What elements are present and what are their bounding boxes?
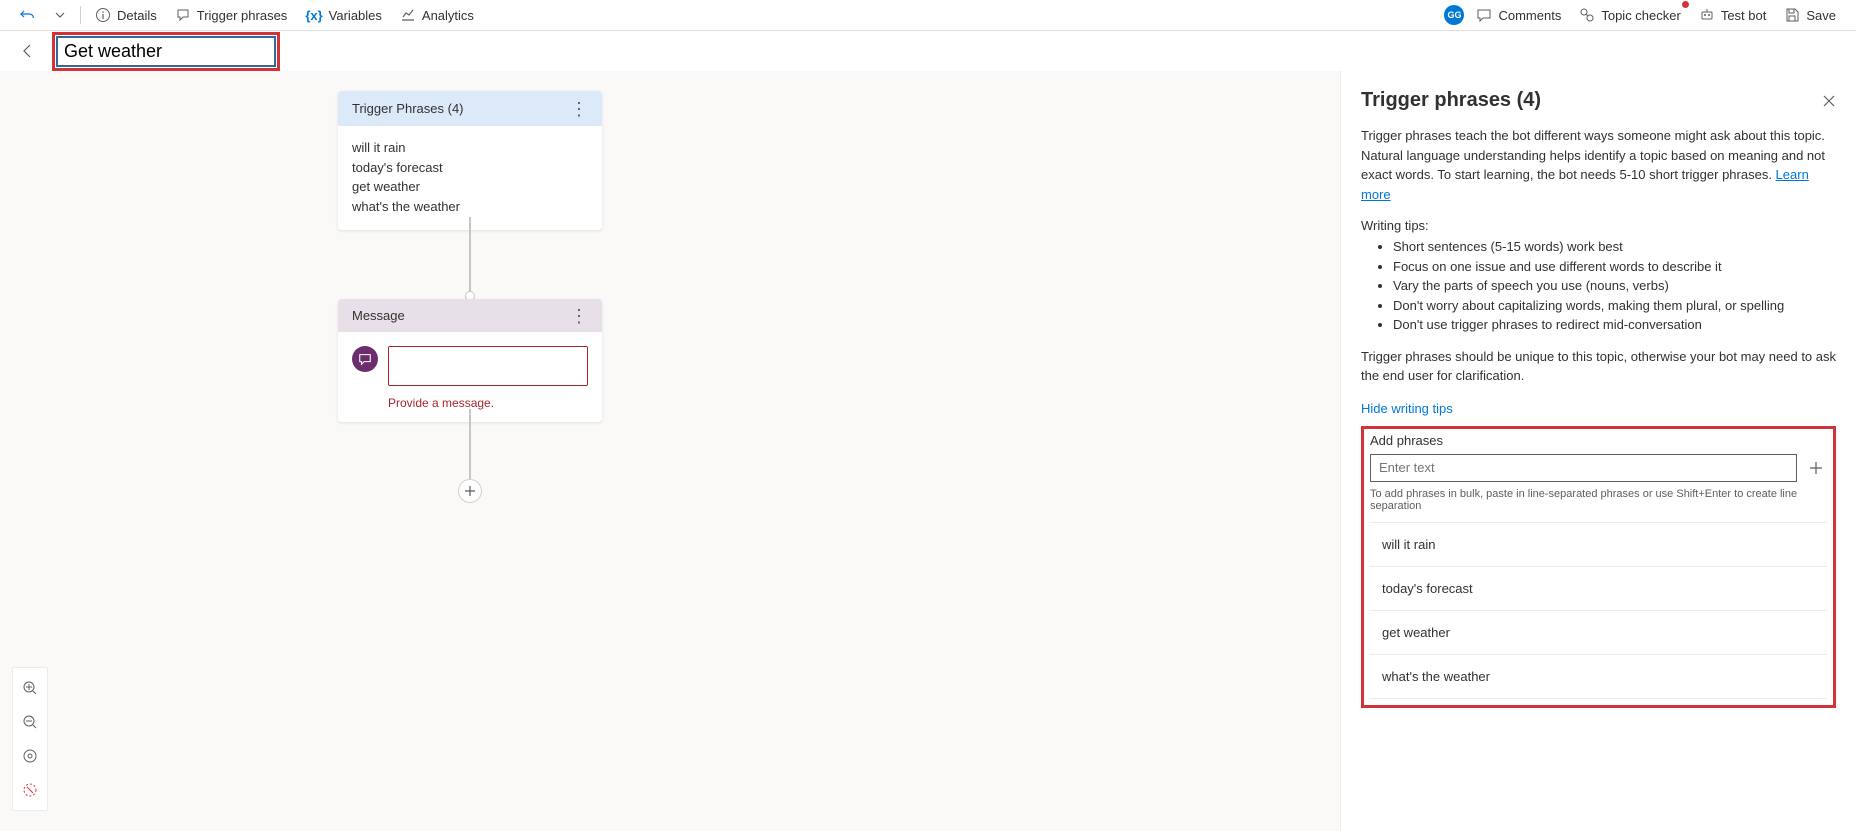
details-button[interactable]: Details	[89, 3, 163, 27]
tip-item: Short sentences (5-15 words) work best	[1393, 237, 1836, 257]
phrase-list-item[interactable]: what's the weather	[1370, 655, 1827, 699]
comments-label: Comments	[1498, 8, 1561, 23]
trigger-phrase: get weather	[352, 177, 588, 197]
notification-dot	[1682, 1, 1689, 8]
phrase-list: will it rain today's forecast get weathe…	[1370, 522, 1827, 699]
analytics-label: Analytics	[422, 8, 474, 23]
panel-title: Trigger phrases (4)	[1361, 89, 1541, 112]
message-icon	[352, 346, 378, 372]
trigger-node-body: will it rain today's forecast get weathe…	[338, 126, 602, 230]
trigger-phrases-node[interactable]: Trigger Phrases (4) ⋮ will it rain today…	[338, 91, 602, 230]
tip-item: Don't use trigger phrases to redirect mi…	[1393, 315, 1836, 335]
comment-icon	[1476, 7, 1492, 23]
trigger-icon	[175, 7, 191, 23]
panel-note: Trigger phrases should be unique to this…	[1361, 347, 1836, 386]
back-button[interactable]	[20, 43, 36, 59]
message-input[interactable]	[388, 346, 588, 386]
save-label: Save	[1806, 8, 1836, 23]
add-phrases-label: Add phrases	[1370, 433, 1827, 448]
topic-title-input[interactable]	[57, 37, 275, 66]
undo-icon	[20, 7, 36, 23]
trigger-phrases-label: Trigger phrases	[197, 8, 288, 23]
topic-checker-button[interactable]: Topic checker	[1573, 3, 1686, 27]
message-node-body	[338, 332, 602, 396]
trigger-node-menu[interactable]: ⋮	[570, 104, 588, 114]
message-node-title: Message	[352, 308, 405, 323]
analytics-icon	[400, 7, 416, 23]
comments-button[interactable]: Comments	[1470, 3, 1567, 27]
canvas[interactable]: Trigger Phrases (4) ⋮ will it rain today…	[0, 71, 1340, 831]
message-node-header: Message ⋮	[338, 299, 602, 332]
hide-tips-link[interactable]: Hide writing tips	[1361, 401, 1453, 416]
trigger-phrases-button[interactable]: Trigger phrases	[169, 3, 294, 27]
message-node[interactable]: Message ⋮ Provide a message.	[338, 299, 602, 422]
zoom-toolbar	[12, 667, 48, 811]
tip-item: Don't worry about capitalizing words, ma…	[1393, 296, 1836, 316]
save-button[interactable]: Save	[1778, 3, 1842, 27]
topic-checker-label: Topic checker	[1601, 8, 1680, 23]
separator	[80, 6, 81, 24]
add-phrases-row	[1370, 454, 1827, 482]
add-phrase-button[interactable]	[1805, 454, 1827, 482]
trigger-phrases-panel: Trigger phrases (4) Trigger phrases teac…	[1340, 71, 1856, 831]
trigger-node-title: Trigger Phrases (4)	[352, 101, 464, 116]
variables-button[interactable]: {x} Variables	[299, 4, 388, 27]
zoom-in-button[interactable]	[18, 676, 42, 700]
panel-description: Trigger phrases teach the bot different …	[1361, 126, 1836, 204]
save-icon	[1784, 7, 1800, 23]
connector	[469, 409, 471, 483]
reset-button[interactable]	[18, 778, 42, 802]
tips-title: Writing tips:	[1361, 218, 1836, 233]
add-node-button[interactable]	[458, 479, 482, 503]
undo-button[interactable]	[14, 3, 42, 27]
test-bot-button[interactable]: Test bot	[1693, 3, 1773, 27]
chevron-down-icon	[54, 9, 66, 21]
title-bar	[0, 31, 1856, 71]
variables-label: Variables	[329, 8, 382, 23]
connector	[469, 217, 471, 293]
details-label: Details	[117, 8, 157, 23]
phrase-list-item[interactable]: today's forecast	[1370, 567, 1827, 611]
tip-item: Vary the parts of speech you use (nouns,…	[1393, 276, 1836, 296]
main-area: Trigger Phrases (4) ⋮ will it rain today…	[0, 71, 1856, 831]
topic-checker-icon	[1579, 7, 1595, 23]
add-phrase-input[interactable]	[1370, 454, 1797, 482]
panel-header: Trigger phrases (4)	[1361, 89, 1836, 112]
add-phrase-hint: To add phrases in bulk, paste in line-se…	[1370, 488, 1827, 512]
tip-item: Focus on one issue and use different wor…	[1393, 257, 1836, 277]
phrase-list-item[interactable]: will it rain	[1370, 522, 1827, 567]
variables-icon: {x}	[305, 8, 322, 23]
desc-text: Trigger phrases teach the bot different …	[1361, 128, 1825, 182]
phrase-list-item[interactable]: get weather	[1370, 611, 1827, 655]
title-highlight	[52, 32, 280, 71]
fit-view-button[interactable]	[18, 744, 42, 768]
top-toolbar: Details Trigger phrases {x} Variables An…	[0, 0, 1856, 31]
bot-icon	[1699, 7, 1715, 23]
avatar[interactable]: GG	[1444, 5, 1464, 25]
undo-dropdown[interactable]	[48, 5, 72, 25]
trigger-phrase: will it rain	[352, 138, 588, 158]
trigger-phrase: today's forecast	[352, 158, 588, 178]
add-phrases-section: Add phrases To add phrases in bulk, past…	[1361, 426, 1836, 708]
analytics-button[interactable]: Analytics	[394, 3, 480, 27]
toolbar-left: Details Trigger phrases {x} Variables An…	[14, 3, 480, 27]
info-icon	[95, 7, 111, 23]
trigger-phrase: what's the weather	[352, 197, 588, 217]
close-button[interactable]	[1822, 94, 1836, 108]
toolbar-right: GG Comments Topic checker Test bot Save	[1444, 3, 1842, 27]
tips-list: Short sentences (5-15 words) work best F…	[1361, 237, 1836, 335]
test-bot-label: Test bot	[1721, 8, 1767, 23]
zoom-out-button[interactable]	[18, 710, 42, 734]
trigger-node-header: Trigger Phrases (4) ⋮	[338, 91, 602, 126]
message-node-menu[interactable]: ⋮	[570, 311, 588, 321]
